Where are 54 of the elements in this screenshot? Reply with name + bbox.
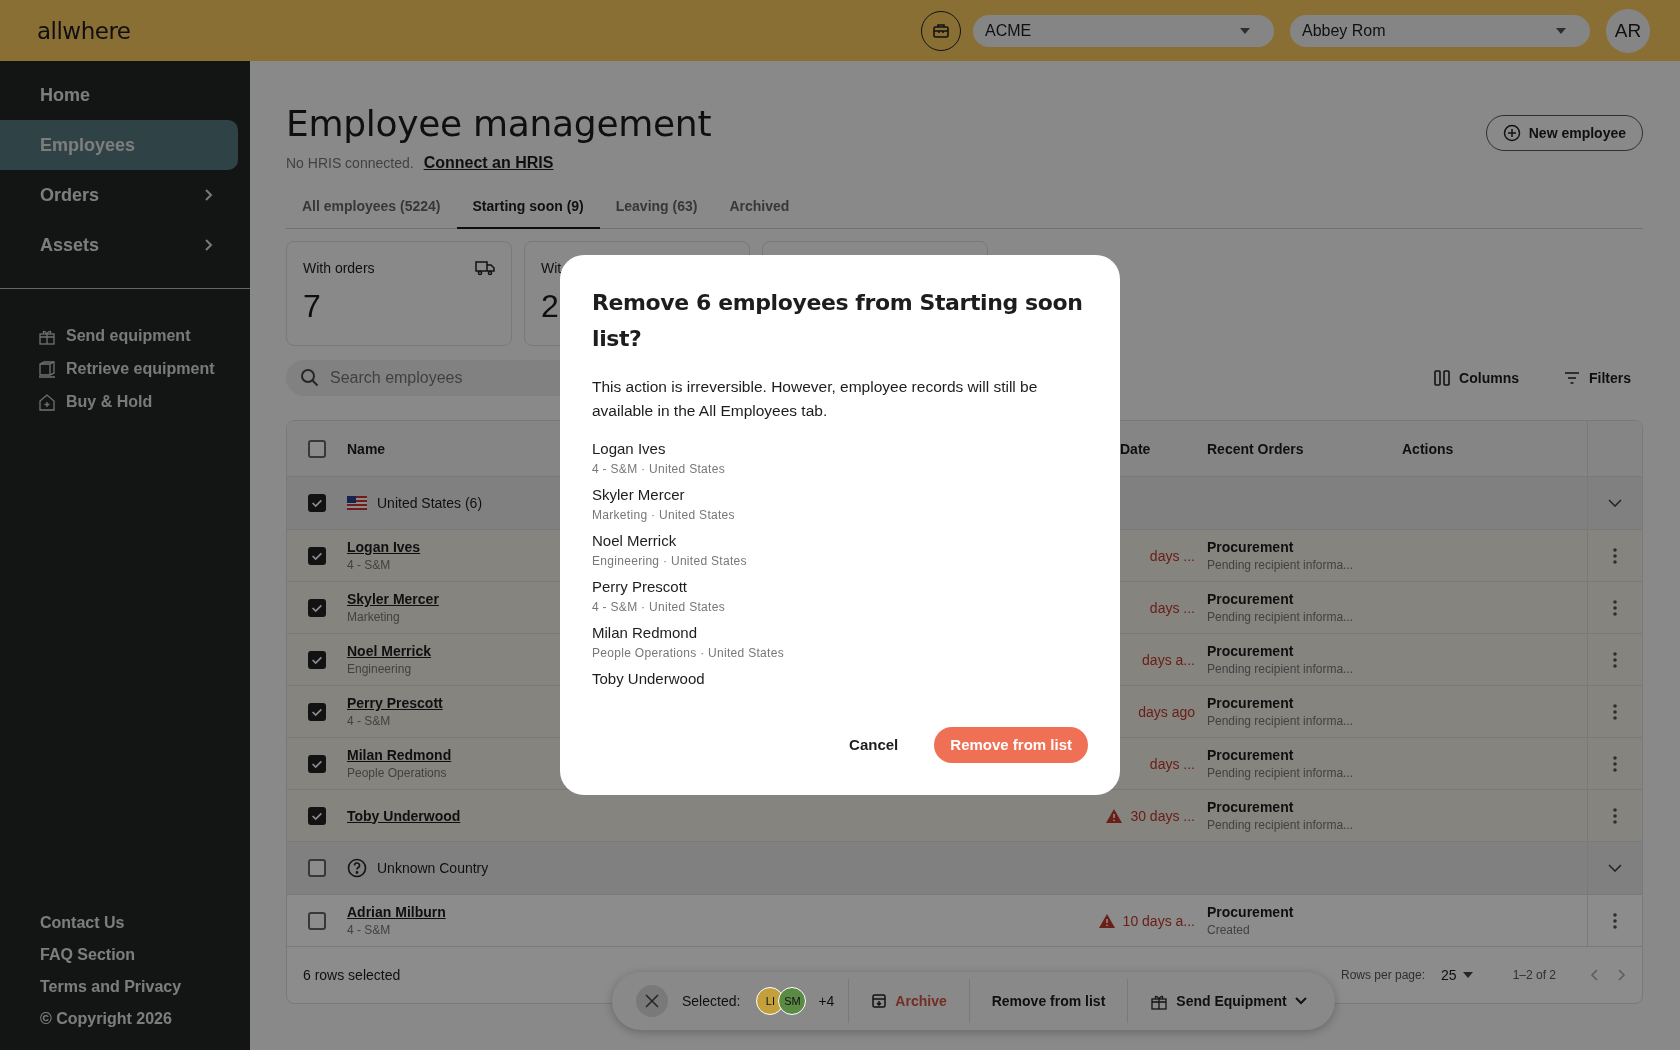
employee-name: Noel Merrick — [592, 531, 678, 551]
page-title: Employee management — [286, 103, 712, 144]
department: 4 - S&M — [347, 558, 391, 572]
department: Engineering — [347, 662, 412, 676]
employee-detail: Engineering · United States — [592, 554, 748, 569]
employee-detail: People Operations · United States — [592, 646, 785, 661]
group-label: Unknown Country — [377, 860, 489, 876]
employee-name: Toby Underwood — [592, 669, 706, 689]
order-status: Pending recipient informa... — [1207, 662, 1354, 676]
stat-label: With orders — [303, 260, 375, 276]
more-count: +4 — [818, 993, 835, 1009]
order-status: Pending recipient informa... — [1207, 610, 1354, 624]
order-status: Pending recipient informa... — [1207, 766, 1354, 780]
order-type: Procurement — [1207, 799, 1294, 815]
employee-name: Milan Redmond — [592, 623, 699, 643]
dialog-message: This action is irreversible. However, employee records will still be available in the All Employees tab. — [592, 377, 1039, 421]
department: 4 - S&M — [347, 923, 391, 937]
order-type: Procurement — [1207, 539, 1294, 555]
order-status: Pending recipient informa... — [1207, 558, 1354, 572]
order-type: Procurement — [1207, 747, 1294, 763]
employee-name: Skyler Mercer — [592, 485, 686, 505]
page-range: 1–2 of 2 — [1512, 968, 1556, 982]
group-label: United States (6) — [377, 495, 483, 511]
order-type: Procurement — [1207, 904, 1294, 920]
rows-per-page-label: Rows per page: — [1341, 968, 1426, 982]
order-type: Procurement — [1207, 695, 1294, 711]
department: 4 - S&M — [347, 714, 391, 728]
stat-value: 7 — [303, 288, 321, 325]
employee-name: Perry Prescott — [592, 577, 689, 597]
date-text: days ... — [1149, 599, 1195, 616]
order-type: Procurement — [1207, 591, 1294, 607]
date-text: days ago — [1138, 703, 1195, 720]
order-status: Created — [1207, 923, 1250, 937]
selected-count: 6 rows selected — [303, 967, 401, 983]
order-status: Pending recipient informa... — [1207, 714, 1354, 728]
employee-avatar: SM — [778, 987, 807, 1015]
hris-note: No HRIS connected. — [286, 155, 414, 171]
date-text: days ... — [1149, 547, 1195, 564]
date-text: 10 days a... — [1122, 912, 1195, 929]
employee-detail: 4 - S&M · United States — [592, 600, 726, 615]
stat-value: 2 — [541, 288, 559, 325]
employee-detail: Marketing · United States — [592, 508, 736, 523]
date-text: days ... — [1149, 755, 1195, 772]
stat-label: Wit — [541, 260, 562, 276]
date-text: days a... — [1142, 651, 1195, 668]
employee-name: Logan Ives — [592, 439, 667, 459]
employee-detail: 4 - S&M · United States — [592, 462, 726, 477]
selected-label: Selected: — [682, 993, 741, 1009]
dialog-title: Remove 6 employees from Starting soon list? — [592, 289, 1084, 353]
order-type: Procurement — [1207, 643, 1294, 659]
order-status: Pending recipient informa... — [1207, 818, 1354, 832]
department: People Operations — [347, 766, 447, 780]
date-text: 30 days ... — [1130, 807, 1195, 824]
department: Marketing — [347, 610, 400, 624]
